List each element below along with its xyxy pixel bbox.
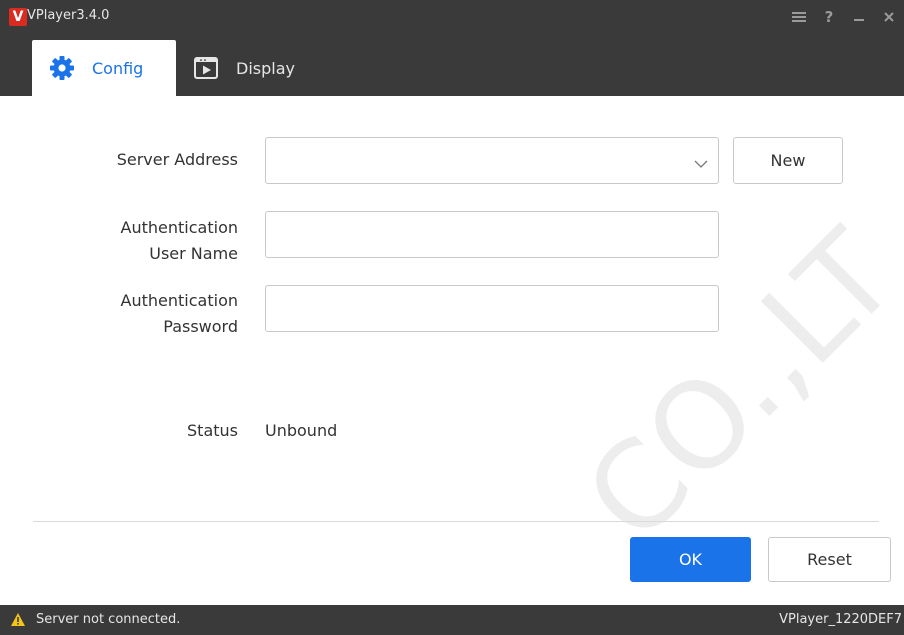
auth-username-field[interactable] (265, 211, 719, 258)
auth-user-label: Authentication User Name (121, 215, 238, 267)
help-button[interactable]: ? (814, 0, 844, 34)
auth-user-label-line2: User Name (149, 244, 238, 263)
new-server-button[interactable]: New (733, 137, 843, 184)
chevron-down-icon (694, 154, 708, 173)
window-controls: ? (784, 0, 904, 34)
auth-pass-label-line2: Password (163, 317, 238, 336)
auth-password-field[interactable] (265, 285, 719, 332)
tab-config-label: Config (92, 58, 144, 78)
status-label: Status (187, 421, 238, 440)
hamburger-menu-icon[interactable] (784, 0, 814, 34)
reset-button[interactable]: Reset (768, 537, 891, 582)
auth-pass-label-line1: Authentication (120, 291, 238, 310)
status-bar: Server not connected. VPlayer_1220DEF7 (0, 605, 904, 635)
app-window: V VPlayer3.4.0 ? Config Display Server A… (0, 0, 904, 635)
help-icon: ? (824, 8, 834, 26)
close-icon[interactable] (874, 0, 904, 34)
auth-pass-label: Authentication Password (121, 288, 238, 340)
watermark: CO.,LT (560, 206, 904, 569)
ok-button[interactable]: OK (630, 537, 751, 582)
warning-icon (10, 612, 26, 631)
server-address-select[interactable] (265, 137, 719, 184)
tab-display[interactable]: Display (176, 40, 309, 96)
status-value: Unbound (265, 421, 338, 440)
tab-bar: Config Display (32, 40, 309, 96)
gear-icon (48, 54, 76, 82)
app-logo: V (9, 8, 27, 26)
device-name: VPlayer_1220DEF7 (779, 612, 902, 627)
tab-display-label: Display (236, 58, 295, 78)
title-bar: V VPlayer3.4.0 ? Config Display (0, 0, 904, 96)
window-title: VPlayer3.4.0 (27, 8, 110, 23)
tab-config[interactable]: Config (32, 40, 176, 96)
minimize-icon[interactable] (844, 0, 874, 34)
divider (33, 521, 879, 522)
display-play-icon (192, 54, 220, 82)
auth-user-label-line1: Authentication (120, 218, 238, 237)
server-address-label: Server Address (116, 150, 238, 169)
connection-status-message: Server not connected. (36, 612, 181, 627)
